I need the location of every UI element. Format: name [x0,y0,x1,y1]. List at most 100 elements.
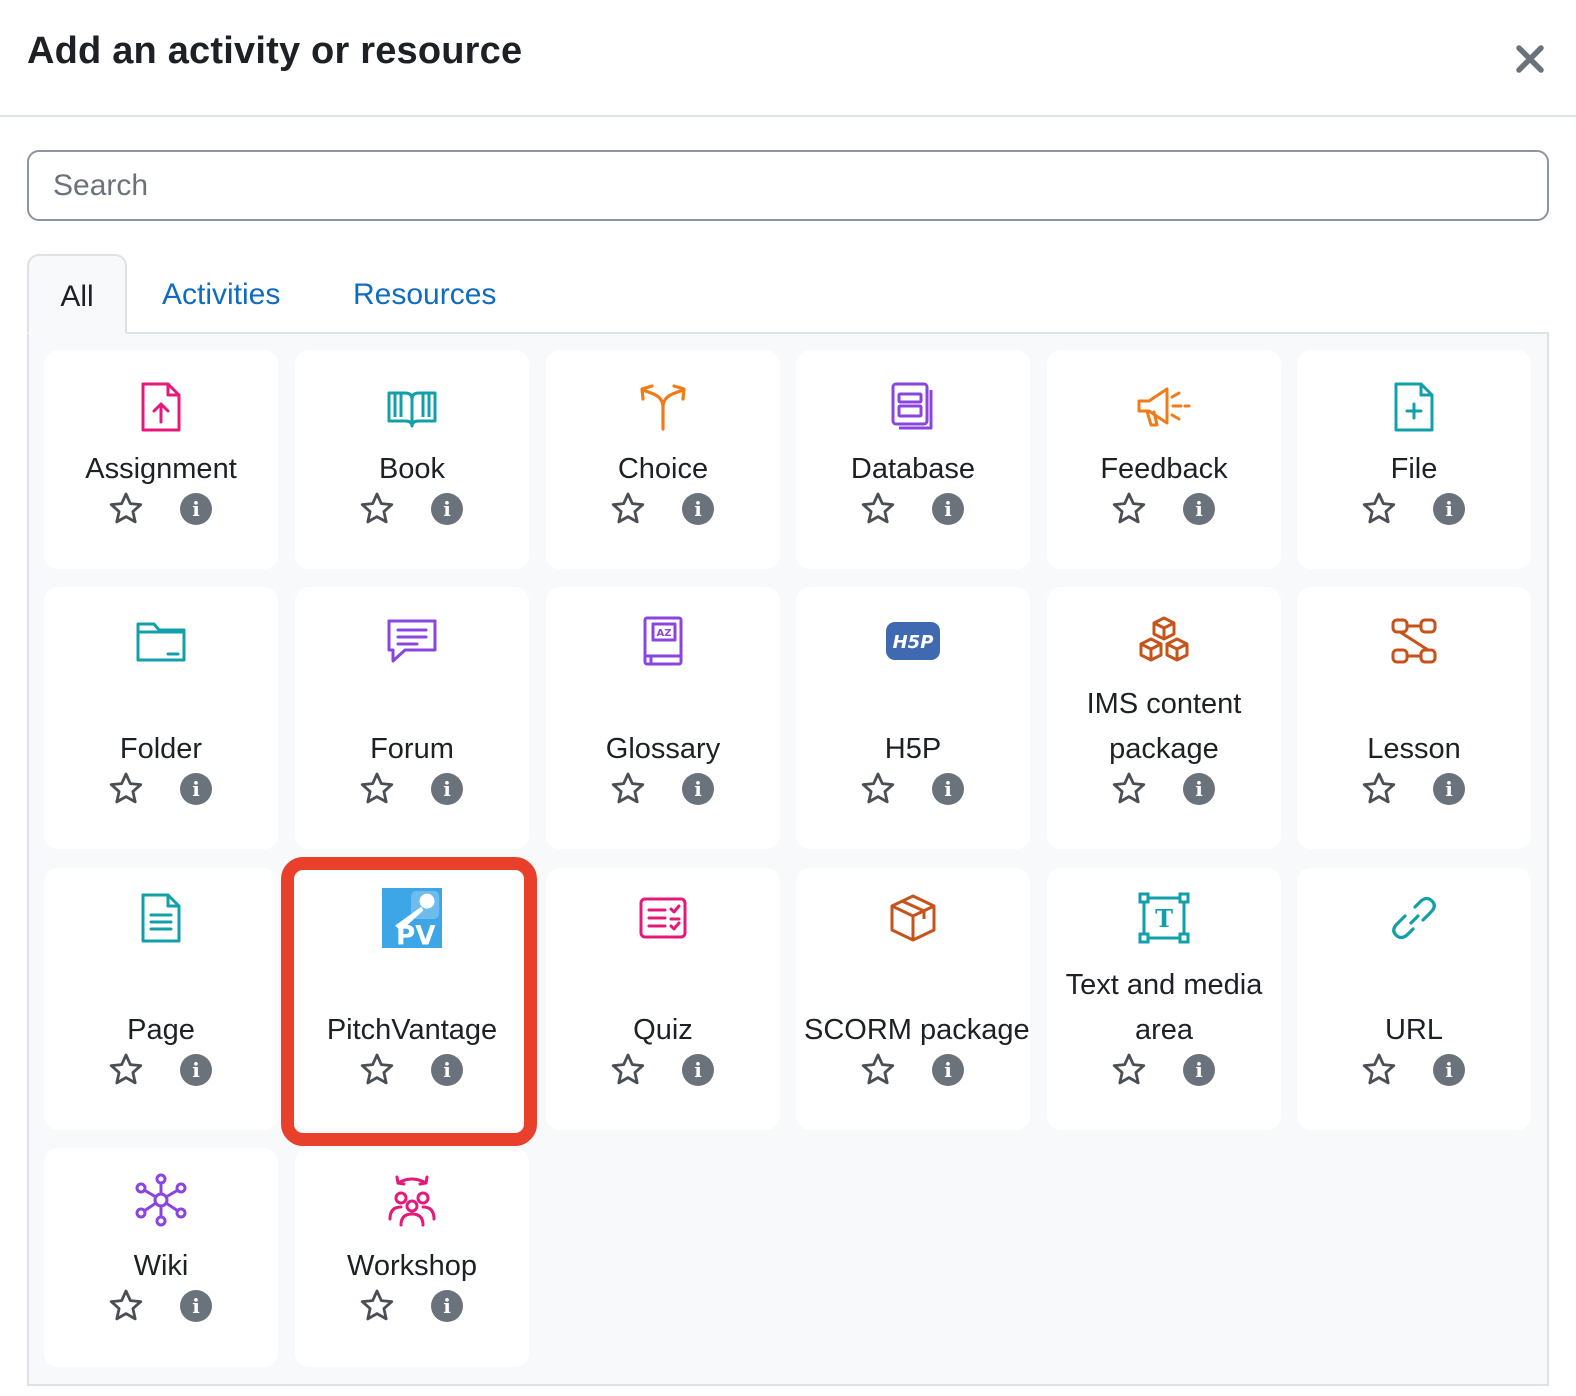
info-icon[interactable]: i [1433,773,1465,805]
workshop-people-icon [382,1170,442,1230]
activity-card-text-and-media-area[interactable]: T Text and media area i [1047,868,1281,1130]
glossary-az-icon: AZ [633,611,693,671]
activity-name: SCORM package [804,1014,1030,1046]
h5p-icon: H5P [883,611,943,671]
info-icon[interactable]: i [180,773,212,805]
file-plus-icon [1384,377,1444,437]
info-icon[interactable]: i [1183,1054,1215,1086]
star-icon[interactable] [610,491,646,527]
pitchvantage-microphone-icon: PV [382,888,442,950]
activity-card-forum[interactable]: Forum i [295,587,529,849]
info-icon[interactable]: i [1433,1054,1465,1086]
info-icon[interactable]: i [180,493,212,525]
activity-card-scorm-package[interactable]: SCORM package i [796,868,1030,1130]
activity-name: IMS content package [1086,688,1242,765]
star-icon[interactable] [610,771,646,807]
wiki-network-icon [131,1170,191,1230]
activity-card-glossary[interactable]: AZ Glossary i [546,587,780,849]
activity-card-quiz[interactable]: Quiz i [546,868,780,1130]
star-icon[interactable] [108,1052,144,1088]
activity-card-url[interactable]: URL i [1297,868,1531,1130]
info-icon[interactable]: i [1183,773,1215,805]
icon-text: H5P [893,632,934,653]
activity-card-feedback[interactable]: Feedback i [1047,350,1281,569]
info-icon[interactable]: i [180,1290,212,1322]
star-icon[interactable] [108,491,144,527]
activity-name: Glossary [605,733,721,765]
activity-card-choice[interactable]: Choice i [546,350,780,569]
star-icon[interactable] [1361,491,1397,527]
tab-resources[interactable]: Resources [353,254,496,334]
quiz-checklist-icon [633,888,693,948]
info-icon[interactable]: i [431,773,463,805]
activity-card-page[interactable]: Page i [44,868,278,1130]
activity-name: Text and media area [1065,969,1263,1046]
choice-arrows-icon [633,377,693,437]
activity-name: PitchVantage [326,1014,498,1046]
info-icon[interactable]: i [682,493,714,525]
activity-card-folder[interactable]: Folder i [44,587,278,849]
activity-name: Lesson [1367,733,1461,765]
tab-activities[interactable]: Activities [162,254,280,334]
activity-name: Wiki [133,1250,189,1282]
info-icon[interactable]: i [1433,493,1465,525]
activity-name: H5P [884,733,942,765]
star-icon[interactable] [610,1052,646,1088]
info-icon[interactable]: i [682,1054,714,1086]
activity-name: Quiz [633,1014,693,1046]
star-icon[interactable] [1111,771,1147,807]
activity-name: Assignment [85,453,237,485]
activity-card-lesson[interactable]: Lesson i [1297,587,1531,849]
info-icon[interactable]: i [180,1054,212,1086]
page-document-icon [131,888,191,948]
star-icon[interactable] [1111,1052,1147,1088]
activity-name: URL [1384,1014,1443,1046]
modal-header: Add an activity or resource [0,0,1576,117]
star-icon[interactable] [1361,1052,1397,1088]
activity-name: Workshop [346,1250,478,1282]
book-icon [382,377,442,437]
star-icon[interactable] [359,491,395,527]
star-icon[interactable] [1111,491,1147,527]
info-icon[interactable]: i [932,493,964,525]
star-icon[interactable] [860,1052,896,1088]
tab-bar: All Activities Resources [27,254,1549,334]
activity-card-file[interactable]: File i [1297,350,1531,569]
activity-card-book[interactable]: Book i [295,350,529,569]
star-icon[interactable] [108,1288,144,1324]
info-icon[interactable]: i [932,773,964,805]
icon-text: PV [396,921,436,950]
star-icon[interactable] [359,771,395,807]
close-icon [1516,45,1544,73]
forum-chat-icon [382,611,442,671]
search-input[interactable] [27,150,1549,221]
activity-card-wiki[interactable]: Wiki i [44,1148,278,1367]
info-icon[interactable]: i [431,493,463,525]
assignment-upload-icon [131,377,191,437]
info-icon[interactable]: i [431,1290,463,1322]
activity-card-assignment[interactable]: Assignment i [44,350,278,569]
activity-card-h5p[interactable]: H5P H5P i [796,587,1030,849]
activity-name: Folder [119,733,203,765]
info-icon[interactable]: i [932,1054,964,1086]
text-media-icon: T [1134,888,1194,948]
star-icon[interactable] [359,1052,395,1088]
star-icon[interactable] [860,491,896,527]
close-button[interactable] [1510,36,1550,80]
info-icon[interactable]: i [1183,493,1215,525]
activity-name: File [1390,453,1438,485]
star-icon[interactable] [359,1288,395,1324]
star-icon[interactable] [108,771,144,807]
activity-card-ims-content-package[interactable]: IMS content package i [1047,587,1281,849]
star-icon[interactable] [1361,771,1397,807]
activity-card-workshop[interactable]: Workshop i [295,1148,529,1367]
activity-name: Feedback [1100,453,1228,485]
activity-name: Forum [370,733,454,765]
activity-card-pitchvantage[interactable]: PV PitchVantage i [295,868,529,1130]
info-icon[interactable]: i [431,1054,463,1086]
star-icon[interactable] [860,771,896,807]
info-icon[interactable]: i [682,773,714,805]
modal-title: Add an activity or resource [27,30,523,72]
tab-all[interactable]: All [27,254,127,334]
activity-card-database[interactable]: Database i [796,350,1030,569]
